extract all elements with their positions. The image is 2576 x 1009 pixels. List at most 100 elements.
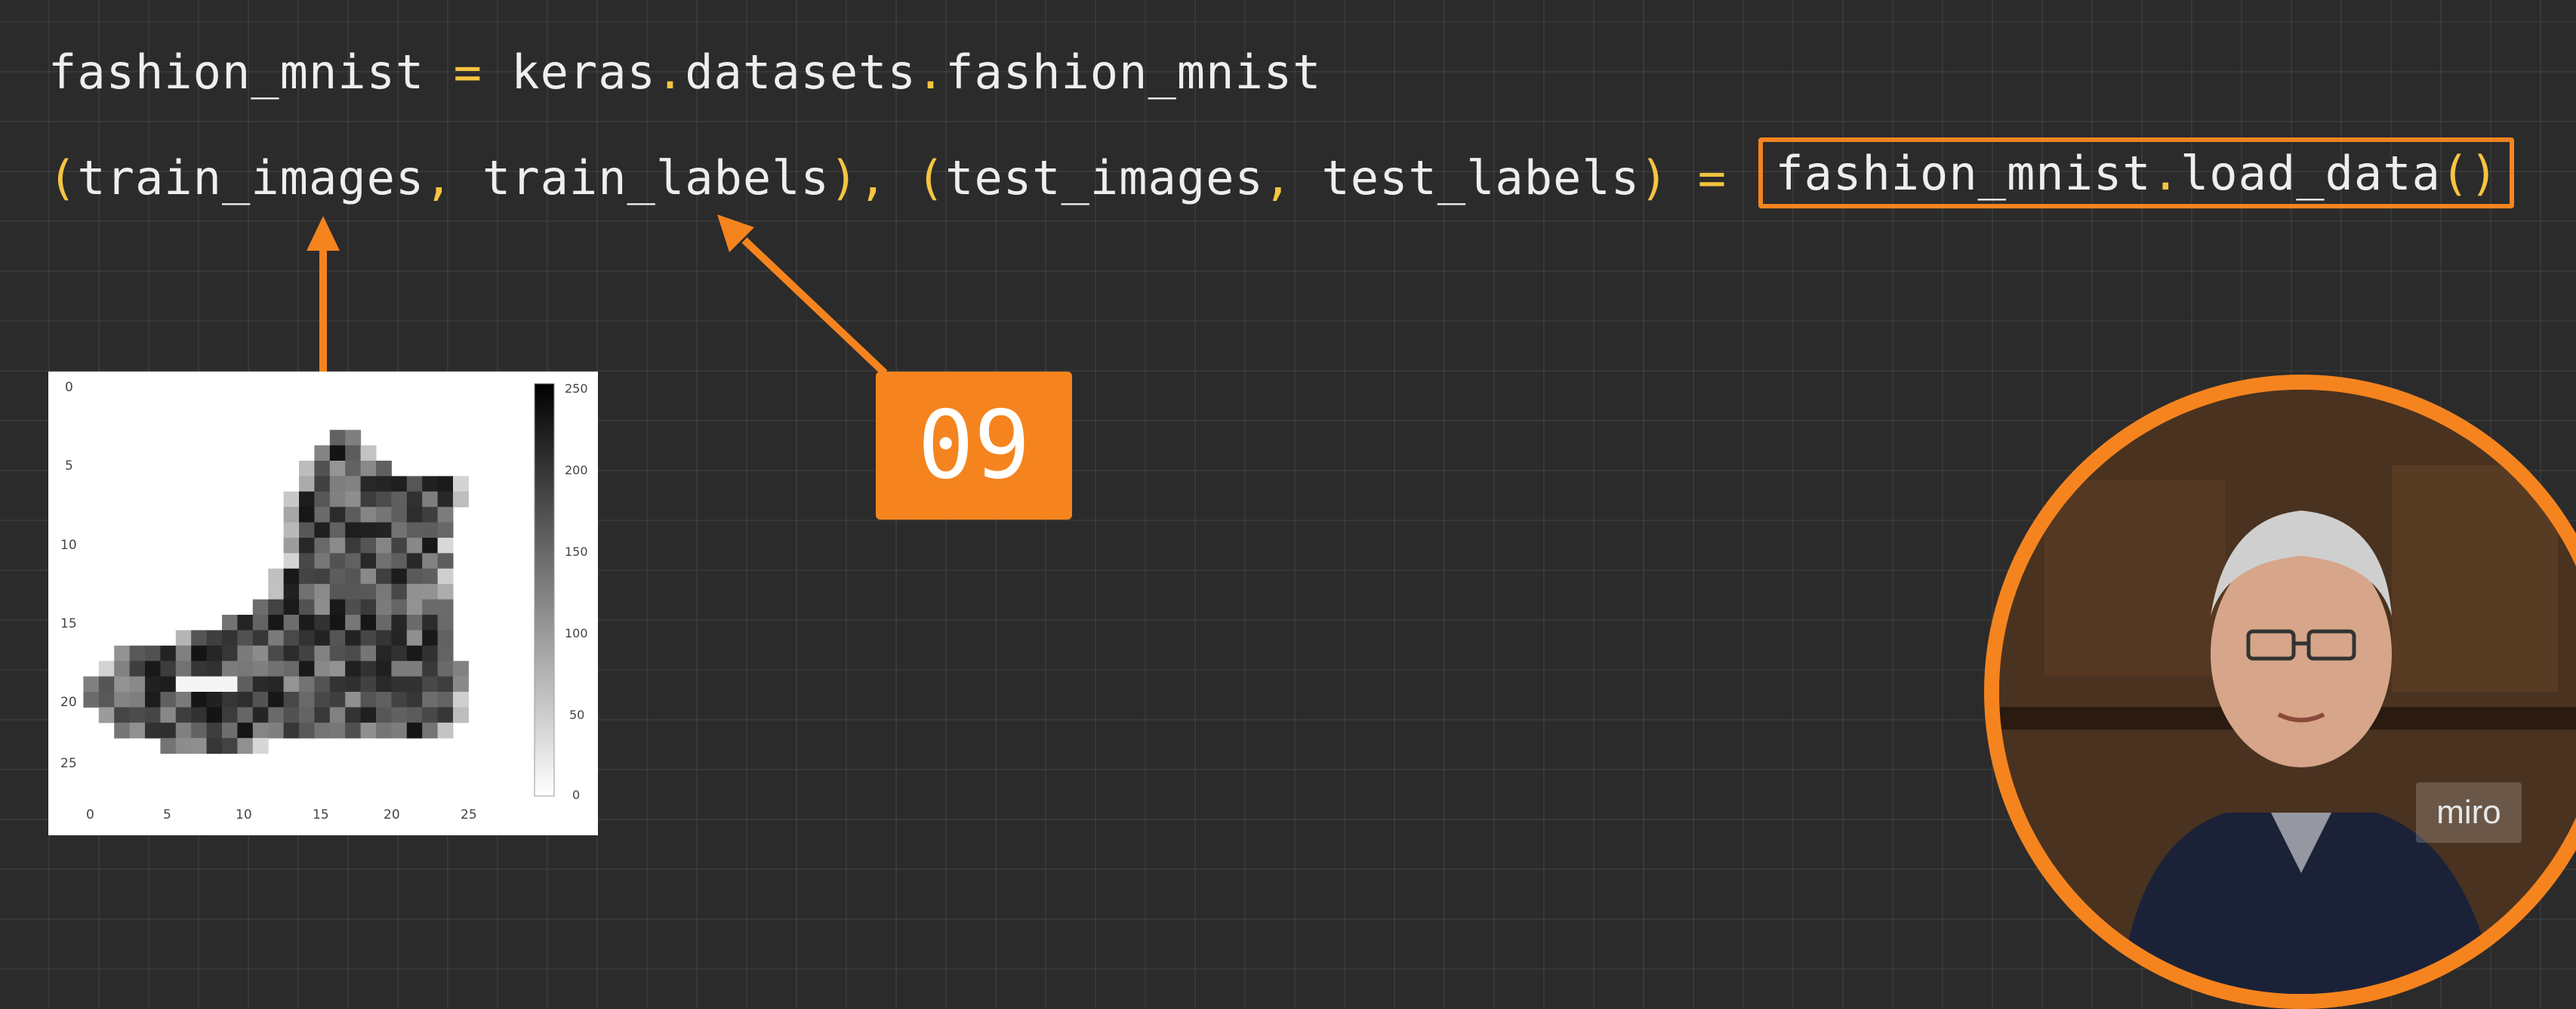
boot-pixel <box>453 676 469 693</box>
boot-pixel <box>206 692 223 708</box>
boot-pixel <box>237 692 254 708</box>
boot-pixel <box>268 692 285 708</box>
boot-pixel <box>391 584 408 600</box>
boot-pixel <box>98 692 115 708</box>
boot-pixel <box>268 599 285 616</box>
boot-pixel <box>391 553 408 569</box>
boot-pixel <box>252 615 269 631</box>
boot-pixel <box>345 538 362 554</box>
boot-pixel <box>222 707 238 724</box>
boot-pixel <box>237 645 254 662</box>
boot-pixel <box>453 476 469 492</box>
boot-pixel <box>237 676 254 693</box>
boot-pixel <box>299 522 315 538</box>
boot-pixel <box>268 615 285 631</box>
y-tick: 25 <box>60 756 77 771</box>
boot-pixel <box>299 599 315 616</box>
boot-pixel <box>376 661 392 677</box>
boot-pixel <box>376 692 392 708</box>
boot-pixel <box>406 553 423 569</box>
boot-image-svg: 0 5 10 15 20 25 0 5 10 15 20 25 250 200 … <box>60 380 588 822</box>
boot-pixel <box>252 692 269 708</box>
boot-pixel <box>175 676 192 693</box>
boot-pixel <box>376 568 392 585</box>
boot-pixel <box>314 507 331 523</box>
x-tick: 25 <box>461 807 477 822</box>
boot-pixel <box>360 645 377 662</box>
presenter-webcam <box>1999 390 2576 994</box>
boot-pixel <box>98 707 115 724</box>
presenter-illustration <box>1999 390 2576 994</box>
boot-pixel <box>145 676 161 693</box>
colorbar <box>534 383 555 797</box>
boot-pixel <box>406 676 423 693</box>
boot-pixel <box>175 692 192 708</box>
boot-pixel <box>145 707 161 724</box>
boot-pixel <box>83 692 100 708</box>
boot-pixel <box>376 615 392 631</box>
boot-pixel <box>437 599 454 616</box>
boot-pixel <box>329 430 346 446</box>
colorbar-tick: 100 <box>565 626 588 640</box>
boot-pixel <box>191 676 208 693</box>
boot-pixel <box>145 661 161 677</box>
boot-pixel <box>237 615 254 631</box>
boot-pixel <box>391 630 408 646</box>
boot-pixel <box>252 630 269 646</box>
boot-pixel <box>237 722 254 739</box>
boot-pixel <box>222 676 238 693</box>
boot-pixel <box>299 507 315 523</box>
boot-pixel <box>345 584 362 600</box>
boot-pixel <box>222 661 238 677</box>
boot-pixel <box>376 722 392 739</box>
boot-pixel <box>360 722 377 739</box>
boot-pixel <box>252 676 269 693</box>
boot-pixel <box>314 692 331 708</box>
boot-pixel <box>391 568 408 585</box>
boot-pixel <box>206 645 223 662</box>
boot-pixel <box>268 584 285 600</box>
boot-pixel <box>175 661 192 677</box>
boot-pixel <box>360 507 377 523</box>
boot-pixel <box>422 676 439 693</box>
boot-pixel <box>406 584 423 600</box>
boot-pixel <box>129 661 146 677</box>
boot-pixel <box>329 645 346 662</box>
boot-pixel <box>406 476 423 492</box>
boot-pixel <box>206 630 223 646</box>
boot-pixel <box>314 445 331 461</box>
boot-pixel <box>268 645 285 662</box>
boot-pixel <box>283 676 300 693</box>
boot-pixel <box>391 645 408 662</box>
y-tick: 10 <box>60 538 77 553</box>
boot-pixel <box>191 692 208 708</box>
boot-pixel <box>299 538 315 554</box>
boot-pixel <box>175 707 192 724</box>
arrow-diagonal-icon <box>717 214 888 376</box>
boot-pixel <box>329 661 346 677</box>
boot-pixel <box>191 707 208 724</box>
boot-pixel <box>391 692 408 708</box>
boot-pixel <box>345 430 362 446</box>
boot-pixel <box>391 538 408 554</box>
y-tick: 15 <box>60 616 77 631</box>
boot-pixel <box>437 630 454 646</box>
boot-pixel <box>422 630 439 646</box>
boot-pixel <box>437 676 454 693</box>
boot-pixel <box>329 599 346 616</box>
boot-pixel <box>314 476 331 492</box>
boot-pixel <box>299 491 315 508</box>
boot-pixel <box>283 584 300 600</box>
boot-pixel <box>391 615 408 631</box>
boot-pixel <box>360 692 377 708</box>
boot-pixel <box>283 615 300 631</box>
boot-pixel <box>422 522 439 538</box>
boot-pixel <box>406 692 423 708</box>
boot-pixel <box>283 661 300 677</box>
x-tick: 20 <box>384 807 400 822</box>
boot-pixel <box>437 707 454 724</box>
boot-pixel <box>299 476 315 492</box>
boot-pixel <box>299 630 315 646</box>
boot-pixel <box>160 645 177 662</box>
boot-pixel <box>283 538 300 554</box>
